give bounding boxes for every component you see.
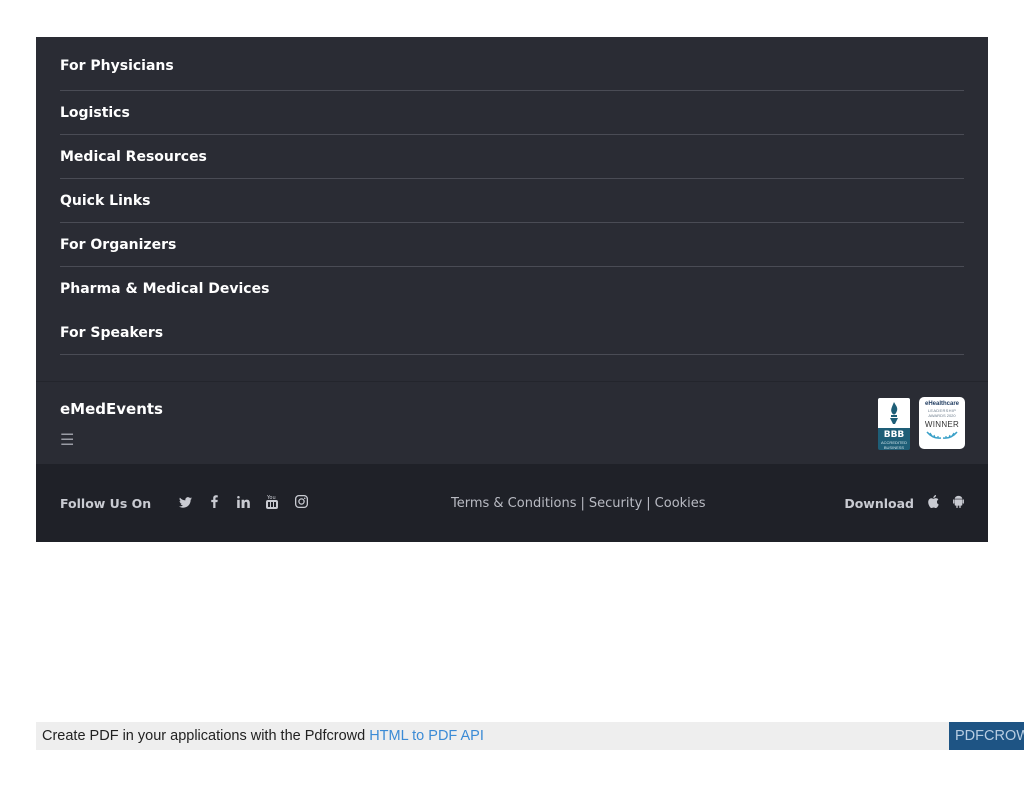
footer-menu: For Physicians Logistics Medical Resourc… — [36, 37, 988, 381]
brand-bar: eMedEvents ☰ BBB ACCREDITED BUSINESS eHe… — [36, 381, 988, 464]
award-title: eHealthcare — [924, 401, 960, 407]
award-winner: WINNER — [924, 420, 960, 429]
menu-item-for-organizers[interactable]: For Organizers — [60, 223, 964, 267]
menu-item-logistics[interactable]: Logistics — [60, 91, 964, 135]
menu-item-medical-resources[interactable]: Medical Resources — [60, 135, 964, 179]
menu-item-pharma-medical-devices[interactable]: Pharma & Medical Devices — [60, 267, 964, 311]
html-to-pdf-api-link[interactable]: HTML to PDF API — [369, 728, 484, 744]
menu-item-label: Logistics — [60, 104, 130, 121]
bbb-label: BBB — [883, 430, 905, 440]
award-year: AWARDS 2020 — [928, 413, 956, 418]
menu-item-label: Quick Links — [60, 192, 151, 209]
menu-item-label: Pharma & Medical Devices — [60, 281, 270, 297]
download-label: Download — [844, 495, 914, 511]
pdfcrowd-logo[interactable]: PDFCROWD — [949, 722, 1024, 750]
legal-links: Terms & Conditions | Security | Cookies — [451, 464, 706, 542]
pdfcrowd-banner-text: Create PDF in your applications with the… — [42, 728, 366, 744]
cookies-link[interactable]: Cookies — [655, 496, 706, 511]
menu-item-label: Medical Resources — [60, 148, 207, 165]
android-icon[interactable] — [953, 495, 964, 512]
ehealthcare-award-badge[interactable]: eHealthcare LEADERSHIP AWARDS 2020 WINNE… — [919, 397, 965, 449]
terms-conditions-link[interactable]: Terms & Conditions — [451, 496, 577, 511]
twitter-icon[interactable] — [178, 496, 192, 511]
facebook-icon[interactable] — [207, 495, 221, 511]
hamburger-menu-icon[interactable]: ☰ — [60, 430, 74, 450]
bottom-bar: Follow Us On You Terms & Conditions | Se… — [36, 464, 988, 542]
linkedin-icon[interactable] — [236, 495, 250, 511]
site-footer: For Physicians Logistics Medical Resourc… — [36, 37, 988, 542]
bbb-accredited-badge[interactable]: BBB ACCREDITED BUSINESS — [878, 398, 910, 450]
link-separator: | — [580, 495, 585, 511]
social-links: You — [163, 494, 308, 512]
instagram-icon[interactable] — [294, 495, 308, 511]
menu-item-label: For Organizers — [60, 236, 177, 253]
bbb-sub-label: ACCREDITED BUSINESS — [880, 440, 907, 450]
menu-item-label: For Speakers — [60, 324, 164, 341]
laurel-icon — [926, 431, 958, 439]
youtube-icon[interactable]: You — [265, 494, 279, 512]
brand-name[interactable]: eMedEvents — [60, 400, 163, 418]
menu-item-label: For Physicians — [60, 57, 174, 74]
menu-item-quick-links[interactable]: Quick Links — [60, 179, 964, 223]
follow-us-label: Follow Us On — [60, 495, 152, 511]
pdfcrowd-banner: Create PDF in your applications with the… — [36, 722, 949, 750]
menu-item-for-speakers[interactable]: For Speakers — [60, 311, 964, 355]
menu-item-for-physicians[interactable]: For Physicians — [60, 37, 964, 91]
bbb-torch-icon — [878, 398, 910, 428]
link-separator: | — [646, 495, 651, 511]
apple-icon[interactable] — [928, 494, 939, 512]
security-link[interactable]: Security — [589, 496, 642, 511]
download-section: Download — [844, 464, 964, 542]
